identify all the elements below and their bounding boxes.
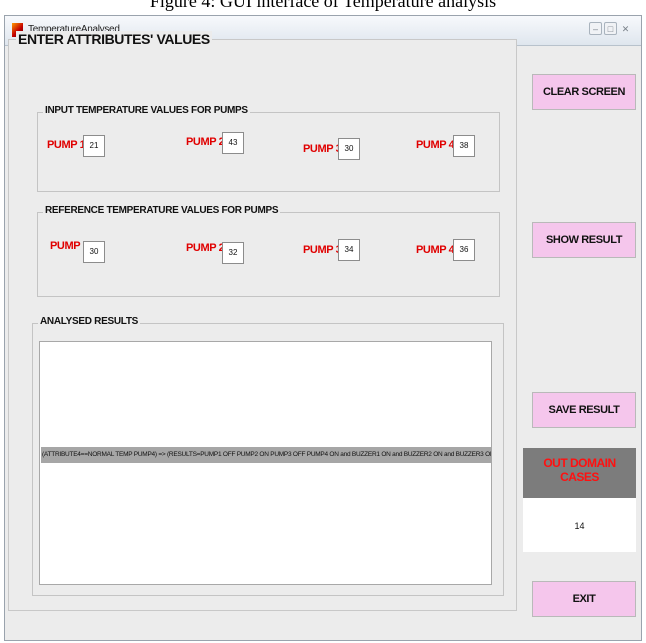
out-domain-cases-value: 14 (574, 521, 585, 531)
input-temperature-group (37, 112, 500, 192)
result-line-selected[interactable]: (ATTRIBUTE4==NORMAL TEMP PUMP4) => (RESU… (41, 447, 491, 463)
input-pump3-label: PUMP 3 (303, 143, 342, 155)
reference-pump2-label: PUMP 2 (186, 242, 225, 254)
figure-caption: Figure 4: GUI interface of Temperature a… (149, 0, 497, 11)
exit-button[interactable]: EXIT (532, 581, 636, 617)
input-pump2-field[interactable]: 43 (222, 132, 244, 154)
input-pump4-label: PUMP 4 (416, 139, 455, 151)
results-group-title: ANALYSED RESULTS (38, 316, 140, 327)
show-result-button[interactable]: SHOW RESULT (532, 222, 636, 258)
reference-pump3-field[interactable]: 34 (338, 239, 360, 261)
save-result-button[interactable]: SAVE RESULT (532, 392, 636, 428)
input-pump2-label: PUMP 2 (186, 136, 225, 148)
reference-group-title: REFERENCE TEMPERATURE VALUES FOR PUMPS (43, 205, 281, 216)
input-pump3-field[interactable]: 30 (338, 138, 360, 160)
input-pump4-field[interactable]: 38 (453, 135, 475, 157)
reference-pump1-field[interactable]: 30 (83, 241, 105, 263)
clear-screen-button[interactable]: CLEAR SCREEN (532, 74, 636, 110)
input-group-title: INPUT TEMPERATURE VALUES FOR PUMPS (43, 105, 250, 116)
input-pump1-label: PUMP 1 (47, 139, 86, 151)
reference-pump2-field[interactable]: 32 (222, 242, 244, 264)
reference-pump3-label: PUMP 3 (303, 244, 342, 256)
minimize-button[interactable]: – (589, 22, 602, 35)
maximize-button[interactable]: □ (604, 22, 617, 35)
close-button[interactable]: ✕ (619, 22, 632, 35)
out-domain-cases-label: OUT DOMAIN CASES (523, 448, 636, 498)
attributes-panel-title: ENTER ATTRIBUTES' VALUES (16, 31, 212, 47)
input-pump1-field[interactable]: 21 (83, 135, 105, 157)
out-domain-cases-panel: OUT DOMAIN CASES 14 (523, 448, 636, 552)
reference-pump4-field[interactable]: 36 (453, 239, 475, 261)
reference-pump4-label: PUMP 4 (416, 244, 455, 256)
results-listbox[interactable]: (ATTRIBUTE4==NORMAL TEMP PUMP4) => (RESU… (39, 341, 492, 585)
